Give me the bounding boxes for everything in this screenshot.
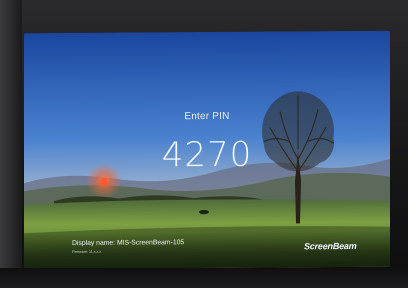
- tv-bottom-frame: [0, 268, 408, 288]
- firmware-version-text: Firmware: 11.x.x.x: [72, 249, 102, 254]
- screenbeam-logo: ScreenBeam: [304, 240, 357, 252]
- bezel-edge: [0, 0, 22, 288]
- display-name-text: Display name: MIS-ScreenBeam-105: [72, 239, 185, 247]
- pin-code: 4270: [161, 134, 253, 176]
- receiver-screen: Enter PIN 4270 Display name: MIS-ScreenB…: [24, 30, 390, 270]
